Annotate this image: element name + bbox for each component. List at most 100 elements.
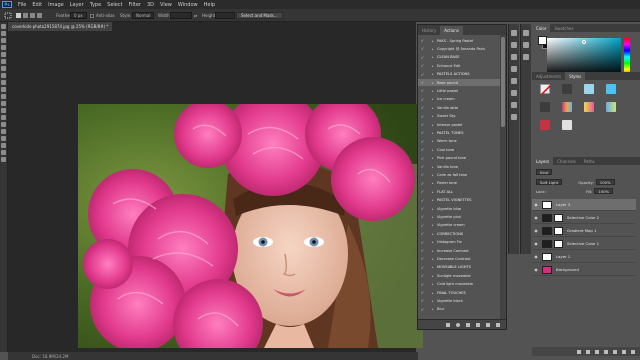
history-brush-tool-icon[interactable] bbox=[1, 87, 6, 92]
action-set-header[interactable]: ✓ ▸ FLAT ALL bbox=[418, 188, 502, 195]
action-item[interactable]: ✓ ▸ PAKS - Spring Pastel bbox=[418, 37, 502, 44]
action-check-icon[interactable]: ✓ bbox=[418, 265, 427, 270]
action-item[interactable]: ✓ ▸ Decrease Contrast bbox=[418, 255, 502, 262]
style-select[interactable]: Normal bbox=[132, 12, 155, 19]
action-item[interactable]: ✓ ▸ Blur bbox=[418, 306, 502, 313]
visibility-eye-icon[interactable]: ◉ bbox=[532, 267, 540, 272]
libraries-icon[interactable] bbox=[523, 30, 529, 36]
style-swatch-6[interactable] bbox=[562, 102, 572, 112]
layer-thumbnail[interactable] bbox=[542, 200, 552, 209]
blend-mode-select[interactable]: Soft Light bbox=[536, 179, 563, 185]
menu-select[interactable]: Select bbox=[107, 2, 122, 8]
blur-tool-icon[interactable] bbox=[1, 108, 6, 113]
action-check-icon[interactable]: ✓ bbox=[418, 46, 427, 51]
layer-kind-filter[interactable]: Kind bbox=[536, 169, 553, 175]
action-check-icon[interactable]: ✓ bbox=[418, 298, 427, 303]
subtract-selection-icon[interactable] bbox=[30, 12, 35, 19]
action-check-icon[interactable]: ✓ bbox=[418, 307, 427, 312]
menu-image[interactable]: Image bbox=[48, 2, 64, 8]
action-item[interactable]: ✓ ▸ Enhance Edit bbox=[418, 62, 502, 69]
document-tab[interactable]: coverkids-photo2915874.jpg @ 25% (RGB/8#… bbox=[8, 22, 113, 31]
layer-row[interactable]: ◉ Selective Color 2 bbox=[532, 212, 636, 224]
layer-name[interactable]: Background bbox=[556, 267, 579, 272]
swap-dimensions-icon[interactable]: ⇄ bbox=[194, 12, 197, 19]
action-check-icon[interactable]: ✓ bbox=[418, 240, 427, 245]
action-check-icon[interactable]: ✓ bbox=[418, 181, 427, 186]
action-check-icon[interactable]: ✓ bbox=[418, 55, 427, 60]
action-check-icon[interactable]: ✓ bbox=[418, 38, 427, 43]
move-tool-icon[interactable] bbox=[1, 24, 6, 29]
type-tool-icon[interactable] bbox=[1, 129, 6, 134]
menu-layer[interactable]: Layer bbox=[70, 2, 84, 8]
action-check-icon[interactable]: ✓ bbox=[418, 282, 427, 287]
add-mask-icon[interactable] bbox=[595, 349, 599, 354]
play-icon[interactable] bbox=[466, 322, 470, 327]
action-check-icon[interactable]: ✓ bbox=[418, 231, 427, 236]
action-check-icon[interactable]: ✓ bbox=[418, 114, 427, 119]
style-swatch-3[interactable] bbox=[584, 84, 594, 94]
shape-tool-icon[interactable] bbox=[1, 143, 6, 148]
action-check-icon[interactable]: ✓ bbox=[418, 130, 427, 135]
canvas-area[interactable] bbox=[8, 31, 423, 352]
marquee-tool-icon[interactable] bbox=[4, 12, 12, 19]
add-selection-icon[interactable] bbox=[23, 12, 28, 19]
action-item[interactable]: ✓ ▸ Copyright @ Amanda Paris bbox=[418, 45, 502, 52]
action-item[interactable]: ✓ ▸ Vanilla latte bbox=[418, 104, 502, 111]
action-item[interactable]: ✓ ▸ Little pastel bbox=[418, 87, 502, 94]
opacity-input[interactable]: 100% bbox=[595, 179, 615, 185]
tab-actions[interactable]: Actions bbox=[440, 26, 463, 35]
action-check-icon[interactable]: ✓ bbox=[418, 172, 427, 177]
crop-tool-icon[interactable] bbox=[1, 52, 6, 57]
action-item[interactable]: ✓ ▸ Histogram Fix bbox=[418, 239, 502, 246]
style-swatch-5[interactable] bbox=[540, 102, 550, 112]
brush-tool-icon[interactable] bbox=[1, 73, 6, 78]
action-check-icon[interactable]: ✓ bbox=[418, 248, 427, 253]
feather-input[interactable]: 0 px bbox=[70, 12, 87, 19]
action-item[interactable]: ✓ ▸ Ice cream bbox=[418, 96, 502, 103]
healing-tool-icon[interactable] bbox=[1, 66, 6, 71]
scrollbar-thumb[interactable] bbox=[501, 37, 505, 127]
action-set-header[interactable]: ✓ ▸ CLEAN BASE bbox=[418, 54, 502, 61]
action-set-header[interactable]: ✓ ▸ PASTELS ACTIONS bbox=[418, 71, 502, 78]
action-item[interactable]: ✓ ▸ Pink pound tone bbox=[418, 155, 502, 162]
action-check-icon[interactable]: ✓ bbox=[418, 122, 427, 127]
action-item[interactable]: ✓ ▸ Vignette blue bbox=[418, 205, 502, 212]
eyedropper-tool-icon[interactable] bbox=[1, 59, 6, 64]
tab-history[interactable]: History bbox=[418, 26, 440, 35]
marquee-tool-icon[interactable] bbox=[1, 31, 6, 36]
visibility-eye-icon[interactable]: ◉ bbox=[532, 254, 540, 259]
new-adjustment-icon[interactable] bbox=[604, 349, 608, 354]
action-set-header[interactable]: ✓ ▸ PASTEL VIGNETTES bbox=[418, 197, 502, 204]
navigator-icon[interactable] bbox=[523, 42, 529, 48]
action-item[interactable]: ✓ ▸ Warm tone bbox=[418, 138, 502, 145]
style-swatch-9[interactable] bbox=[540, 120, 550, 130]
tab-styles[interactable]: Styles bbox=[565, 72, 586, 80]
action-item[interactable]: ✓ ▸ Sweet Sky bbox=[418, 113, 502, 120]
tab-adjustments[interactable]: Adjustments bbox=[532, 72, 565, 80]
quick-select-tool-icon[interactable] bbox=[1, 45, 6, 50]
delete-layer-icon[interactable] bbox=[631, 349, 635, 354]
action-item[interactable]: ✓ ▸ Calm as fall tone bbox=[418, 171, 502, 178]
brush-settings-icon[interactable] bbox=[511, 54, 517, 60]
record-icon[interactable] bbox=[456, 322, 460, 327]
action-check-icon[interactable]: ✓ bbox=[418, 214, 427, 219]
tab-paths[interactable]: Paths bbox=[580, 157, 599, 165]
action-set-header[interactable]: ✓ ▸ MOVEABLE LIGHTS bbox=[418, 264, 502, 271]
lasso-tool-icon[interactable] bbox=[1, 38, 6, 43]
layer-row[interactable]: ◉ Gradient Map 1 bbox=[532, 225, 636, 237]
hand-tool-icon[interactable] bbox=[1, 150, 6, 155]
action-item[interactable]: ✓ ▸ Pastel tone bbox=[418, 180, 502, 187]
layer-style-icon[interactable] bbox=[586, 349, 590, 354]
adjustment-thumbnail-icon[interactable] bbox=[542, 213, 552, 222]
actions-play-icon[interactable] bbox=[511, 42, 517, 48]
hue-slider[interactable] bbox=[624, 38, 630, 76]
action-check-icon[interactable]: ✓ bbox=[418, 156, 427, 161]
action-check-icon[interactable]: ✓ bbox=[418, 105, 427, 110]
clone-stamp-tool-icon[interactable] bbox=[1, 80, 6, 85]
menu-edit[interactable]: Edit bbox=[32, 2, 42, 8]
layer-name[interactable]: Layer 3 bbox=[556, 202, 570, 207]
new-set-icon[interactable] bbox=[476, 322, 480, 327]
gradient-tool-icon[interactable] bbox=[1, 101, 6, 106]
action-item[interactable]: ✓ ▸ Intense pastel bbox=[418, 121, 502, 128]
action-check-icon[interactable]: ✓ bbox=[418, 164, 427, 169]
